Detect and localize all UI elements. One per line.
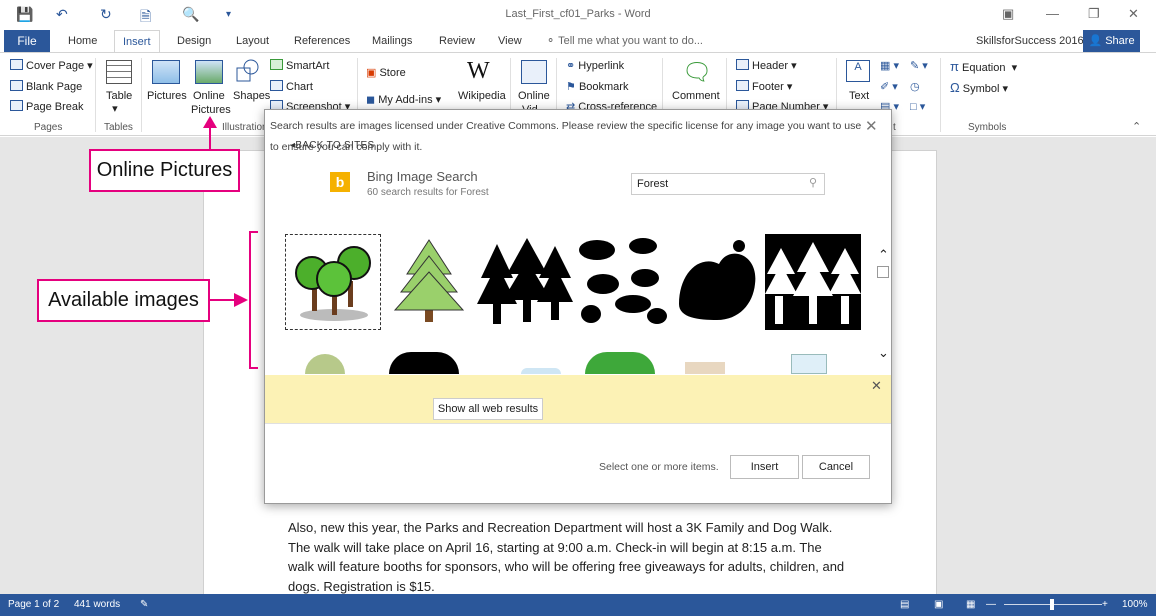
callout-available-images: Available images: [37, 279, 210, 322]
callout-online-pictures: Online Pictures: [89, 149, 240, 192]
